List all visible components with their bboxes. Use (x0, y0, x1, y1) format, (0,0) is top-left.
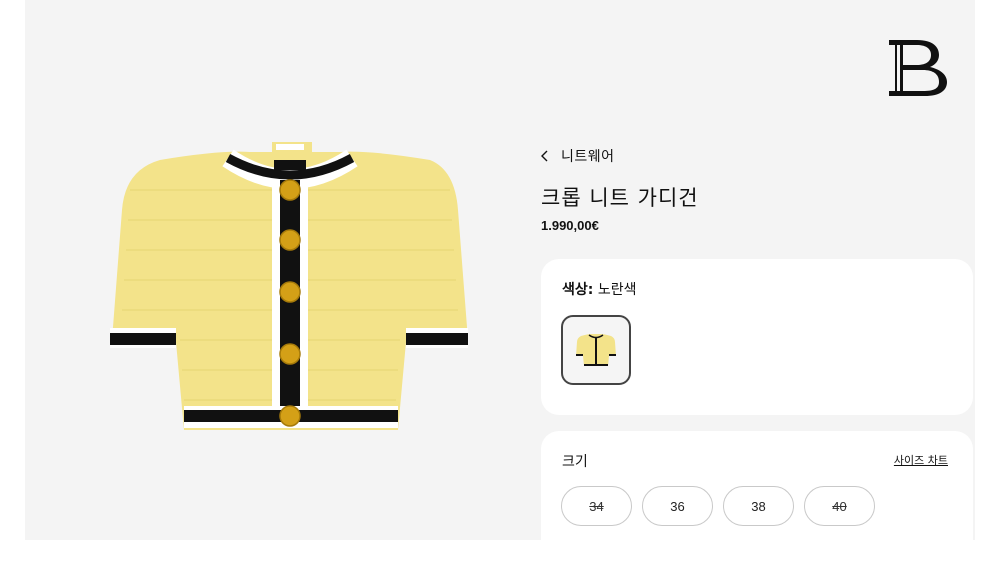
size-option-40[interactable]: 40 (804, 486, 875, 526)
cardigan-image[interactable] (100, 130, 480, 440)
size-option-label: 38 (751, 498, 766, 514)
size-options: 34 36 38 40 (561, 486, 875, 526)
size-option-34[interactable]: 34 (561, 486, 632, 526)
size-option-label: 40 (832, 498, 847, 514)
color-value: 노란색 (597, 282, 637, 298)
size-option-label: 34 (589, 498, 604, 514)
color-swatch-yellow[interactable] (561, 315, 631, 385)
color-label-prefix: 색상: (562, 282, 594, 298)
breadcrumb-label: 니트웨어 (561, 149, 615, 165)
product-title: 크롭 니트 가디건 (541, 186, 699, 210)
size-option-36[interactable]: 36 (642, 486, 713, 526)
size-option-38[interactable]: 38 (723, 486, 794, 526)
size-label: 크기 (562, 454, 588, 470)
product-price: 1.990,00€ (541, 218, 599, 233)
breadcrumb-back-link[interactable]: 니트웨어 (539, 146, 615, 166)
color-selector-card: 색상: 노란색 (541, 259, 973, 415)
chevron-left-icon (541, 150, 548, 162)
cardigan-thumbnail (576, 334, 616, 366)
size-chart-link[interactable]: 사이즈 차트 (894, 452, 948, 468)
size-selector-card: 크기 사이즈 차트 34 36 38 40 (541, 431, 973, 571)
color-label: 색상: 노란색 (562, 279, 636, 299)
size-option-label: 36 (670, 498, 685, 514)
balmain-logo[interactable] (887, 38, 949, 98)
